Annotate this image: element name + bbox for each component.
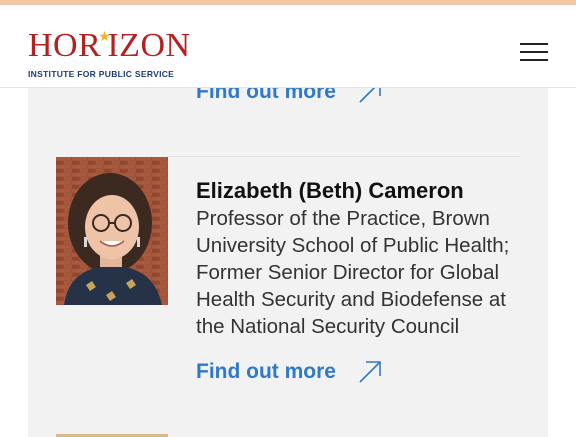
speaker-photo [56, 157, 168, 305]
card-divider [168, 156, 520, 157]
arrow-up-right-icon [359, 361, 381, 383]
find-out-more-link[interactable]: Find out more [196, 358, 384, 386]
find-out-more-label: Find out more [196, 360, 336, 383]
menu-button[interactable] [518, 39, 550, 63]
speaker-description: Professor of the Practice, Brown Univers… [196, 207, 510, 338]
horizon-logo[interactable]: HOR★IZON INSTITUTE FOR PUBLIC SERVICE [28, 29, 190, 80]
speaker-name: Elizabeth (Beth) Cameron [196, 178, 464, 203]
menu-icon [520, 43, 548, 45]
site-header: HOR★IZON INSTITUTE FOR PUBLIC SERVICE [0, 5, 576, 88]
logo-subtitle: INSTITUTE FOR PUBLIC SERVICE [28, 69, 175, 79]
